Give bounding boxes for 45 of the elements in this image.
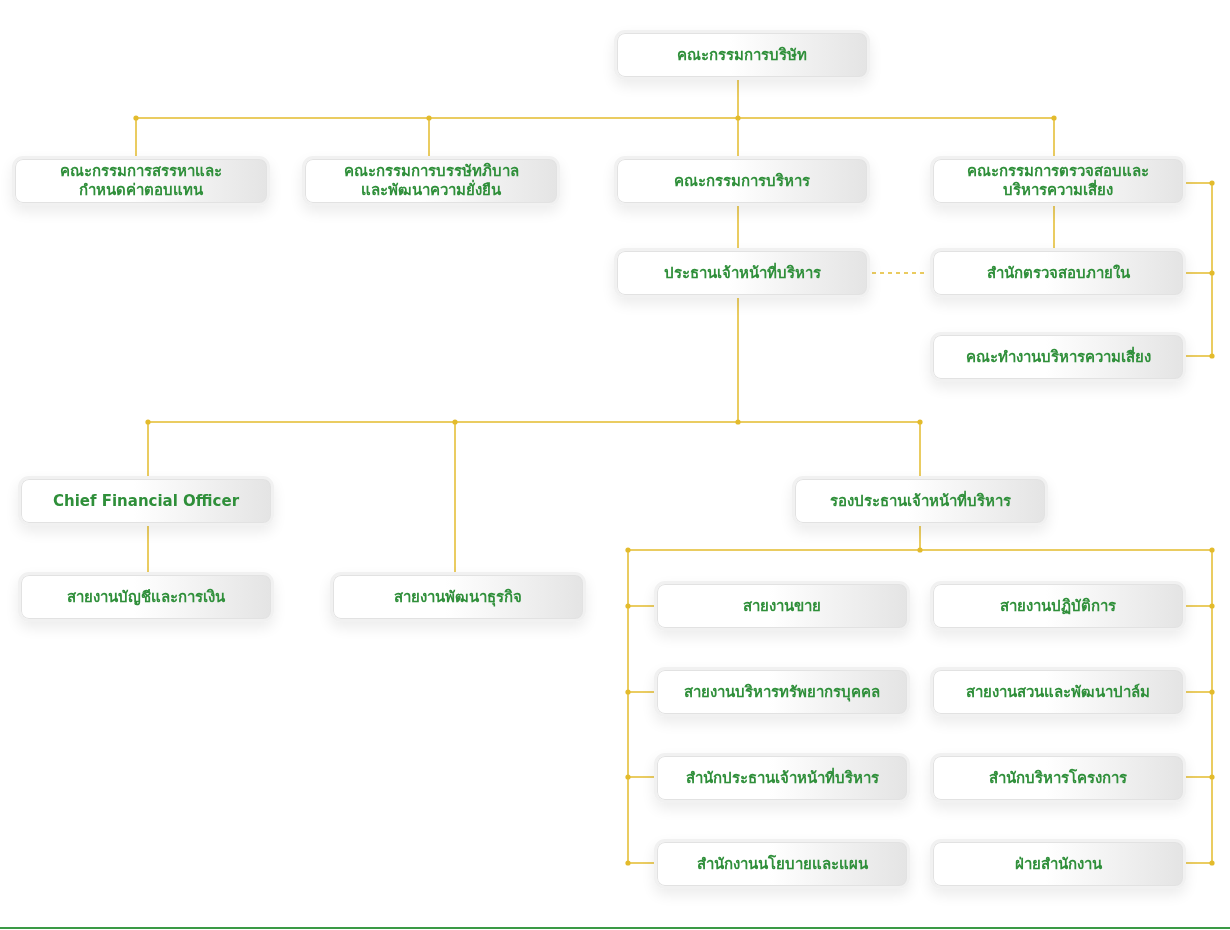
junction-dot <box>1209 774 1215 780</box>
node-label: สายงานบัญชีและการเงิน <box>67 587 225 607</box>
connector-line <box>147 525 149 573</box>
node-label: สำนักตรวจสอบภายใน <box>986 263 1130 283</box>
node-label: คณะทำงานบริหารความเสี่ยง <box>965 347 1151 367</box>
node-label: รองประธานเจ้าหน้าที่บริหาร <box>829 491 1011 511</box>
node-label: ฝ่ายสำนักงาน <box>1014 854 1102 874</box>
node-label: คณะกรรมการบริษัท <box>677 45 807 65</box>
node-label: คณะกรรมการบริหาร <box>674 171 810 191</box>
junction-dot <box>625 689 631 695</box>
junction-dot <box>1209 860 1215 866</box>
junction-dot <box>625 547 631 553</box>
junction-dot <box>452 419 458 425</box>
node-label: ประธานเจ้าหน้าที่บริหาร <box>663 263 821 283</box>
node-label: สายงานปฏิบัติการ <box>1000 596 1116 616</box>
junction-dot <box>1209 270 1215 276</box>
node-label: สายงานสวนและพัฒนาปาล์ม <box>966 682 1150 702</box>
junction-dot <box>1209 353 1215 359</box>
junction-dot <box>735 115 741 121</box>
node-label: สำนักประธานเจ้าหน้าที่บริหาร <box>685 768 879 788</box>
junction-dot <box>917 547 923 553</box>
junction-dot <box>1209 689 1215 695</box>
node-label: คณะกรรมการบรรษัทภิบาล และพัฒนาความยั่งยืน <box>343 162 519 200</box>
node-label: สายงานขาย <box>743 596 821 616</box>
node-label: สายงานบริหารทรัพยากรบุคคล <box>684 682 880 702</box>
junction-dot <box>735 419 741 425</box>
connector-line <box>1053 205 1055 249</box>
junction-dot <box>1209 547 1215 553</box>
junction-dot <box>625 603 631 609</box>
junction-dot <box>625 774 631 780</box>
junction-dot <box>133 115 139 121</box>
node-label: สำนักบริหารโครงการ <box>989 768 1127 788</box>
node-label: คณะกรรมการสรรหาและ กำหนดค่าตอบแทน <box>60 162 222 200</box>
junction-dot <box>426 115 432 121</box>
connector-line <box>737 205 739 249</box>
junction-dot <box>145 419 151 425</box>
junction-dot <box>625 860 631 866</box>
junction-dot <box>917 419 923 425</box>
node-label: Chief Financial Officer <box>52 491 240 511</box>
junction-dot <box>1209 603 1215 609</box>
node-label: คณะกรรมการตรวจสอบและ บริหารความเสี่ยง <box>967 162 1149 200</box>
node-label: สายงานพัฒนาธุรกิจ <box>394 587 522 607</box>
node-label: สำนักงานนโยบายและแผน <box>696 854 868 874</box>
junction-dot <box>1209 180 1215 186</box>
junction-dot <box>1051 115 1057 121</box>
